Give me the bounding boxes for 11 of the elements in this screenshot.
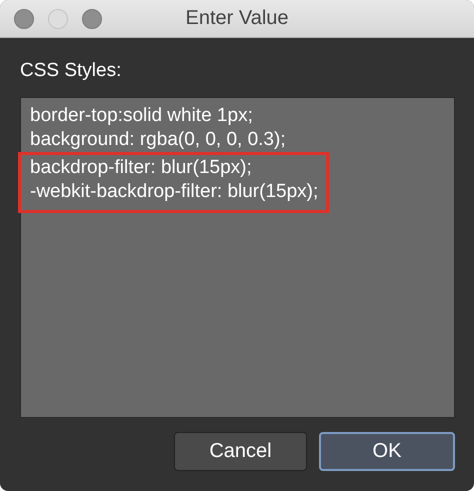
- window-title: Enter Value: [185, 7, 289, 30]
- css-text-area[interactable]: border-top:solid white 1px; background: rgba(0, 0, 0, 0.3); backdrop-filter: blur(15px); -webkit-backdrop-filter: blur(15px);: [20, 97, 455, 418]
- dialog-button[interactable]: Cancel: [174, 432, 307, 471]
- code-line: -webkit-backdrop-filter: blur(15px);: [30, 180, 318, 204]
- code-line: backdrop-filter: blur(15px);: [30, 156, 252, 180]
- field-label: CSS Styles:: [20, 60, 122, 82]
- code-line: border-top:solid white 1px;: [30, 104, 253, 128]
- window-button[interactable]: [82, 8, 102, 28]
- dialog-button[interactable]: OK: [319, 432, 455, 471]
- code-line: background: rgba(0, 0, 0, 0.3);: [30, 128, 286, 152]
- window-button[interactable]: [14, 8, 34, 28]
